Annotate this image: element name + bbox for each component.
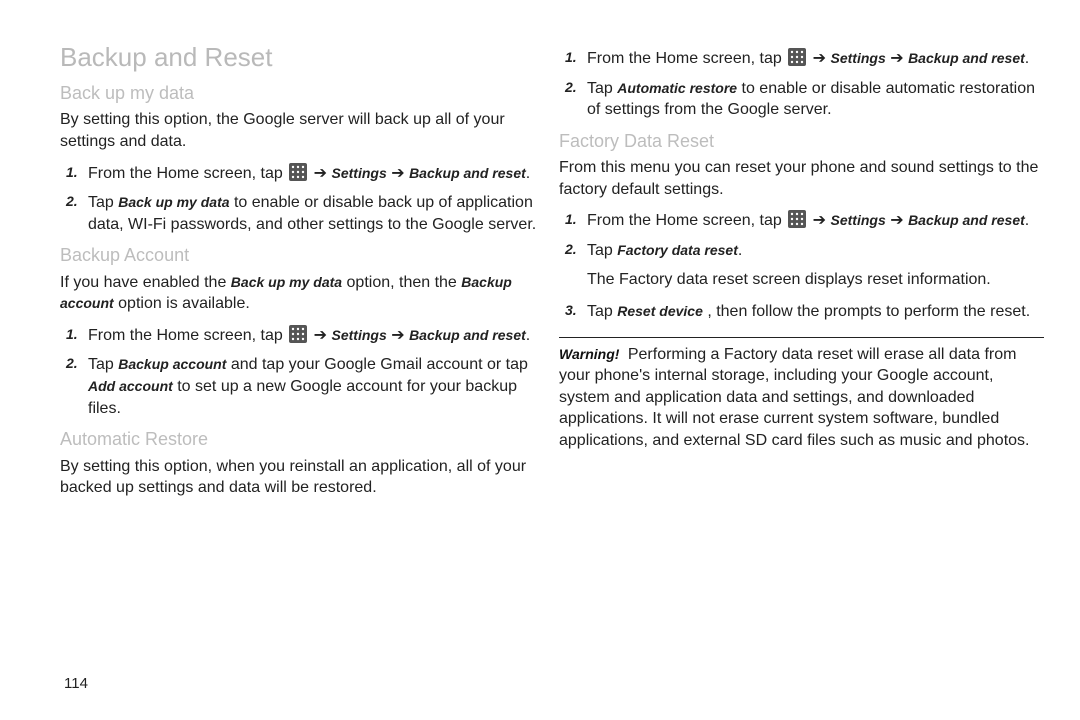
ui-term: Automatic restore xyxy=(617,80,737,96)
ui-term: Backup and reset xyxy=(409,165,526,181)
step-number: 2. xyxy=(66,192,78,211)
left-column: Backup and Reset Back up my data By sett… xyxy=(60,40,545,700)
step-number: 3. xyxy=(565,301,577,320)
page-number: 114 xyxy=(64,675,88,692)
step-number: 2. xyxy=(565,78,577,97)
ui-term: Settings xyxy=(831,50,886,66)
step: 1. From the Home screen, tap ➔ Settings … xyxy=(60,325,545,347)
step-text: From the Home screen, tap xyxy=(88,165,283,182)
warning-label: Warning! xyxy=(559,346,619,362)
backup-account-intro: If you have enabled the Back up my data … xyxy=(60,272,545,315)
step: 1. From the Home screen, tap ➔ Settings … xyxy=(60,163,545,185)
section-title-backup-my-data: Back up my data xyxy=(60,81,545,105)
ui-term: Settings xyxy=(831,212,886,228)
step: 2. Tap Back up my data to enable or disa… xyxy=(60,192,545,235)
ui-term: Backup account xyxy=(118,356,226,372)
page-heading: Backup and Reset xyxy=(60,40,545,75)
step-number: 1. xyxy=(565,48,577,67)
step-number: 1. xyxy=(66,163,78,182)
right-column: 1. From the Home screen, tap ➔ Settings … xyxy=(559,40,1044,700)
manual-page: Backup and Reset Back up my data By sett… xyxy=(0,0,1080,720)
ui-term: Settings xyxy=(332,165,387,181)
ui-term: Back up my data xyxy=(231,274,342,290)
apps-grid-icon xyxy=(289,325,307,343)
ui-term: Factory data reset xyxy=(617,242,738,258)
ui-term: Backup and reset xyxy=(908,50,1025,66)
step: 3. Tap Reset device , then follow the pr… xyxy=(559,301,1044,323)
ui-term: Add account xyxy=(88,378,173,394)
step: 2. Tap Backup account and tap your Googl… xyxy=(60,354,545,419)
warning-paragraph: Warning! Performing a Factory data reset… xyxy=(559,344,1044,452)
ui-term: Reset device xyxy=(617,303,703,319)
step-number: 2. xyxy=(565,240,577,259)
apps-grid-icon xyxy=(788,48,806,66)
ui-term: Back up my data xyxy=(118,194,229,210)
step: 2. Tap Automatic restore to enable or di… xyxy=(559,78,1044,121)
step-number: 2. xyxy=(66,354,78,373)
step-number: 1. xyxy=(66,325,78,344)
step-number: 1. xyxy=(565,210,577,229)
factory-reset-poststep: The Factory data reset screen displays r… xyxy=(559,269,1044,291)
step: 1. From the Home screen, tap ➔ Settings … xyxy=(559,48,1044,70)
section-title-automatic-restore: Automatic Restore xyxy=(60,427,545,451)
apps-grid-icon xyxy=(788,210,806,228)
step: 1. From the Home screen, tap ➔ Settings … xyxy=(559,210,1044,232)
warning-rule-top xyxy=(559,337,1044,338)
step: 2. Tap Factory data reset. xyxy=(559,240,1044,262)
ui-term: Backup and reset xyxy=(409,327,526,343)
backup-my-data-intro: By setting this option, the Google serve… xyxy=(60,109,545,152)
factory-reset-intro: From this menu you can reset your phone … xyxy=(559,157,1044,200)
section-title-factory-reset: Factory Data Reset xyxy=(559,129,1044,153)
warning-body: Performing a Factory data reset will era… xyxy=(559,346,1029,449)
section-title-backup-account: Backup Account xyxy=(60,243,545,267)
ui-term: Settings xyxy=(332,327,387,343)
automatic-restore-intro: By setting this option, when you reinsta… xyxy=(60,456,545,499)
apps-grid-icon xyxy=(289,163,307,181)
ui-term: Backup and reset xyxy=(908,212,1025,228)
